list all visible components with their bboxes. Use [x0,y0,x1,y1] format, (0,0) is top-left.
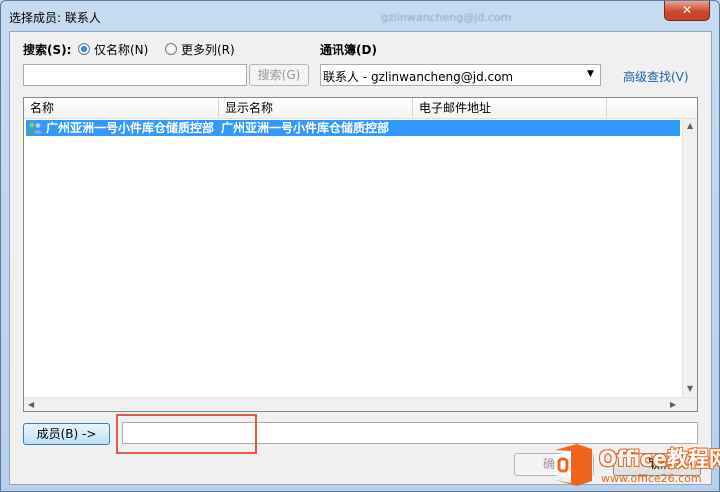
radio-name-only[interactable] [78,43,90,55]
address-book-selected: 联系人 - gzlinwancheng@jd.com [323,70,514,84]
scroll-up-icon[interactable]: ▲ [687,121,693,131]
row-name: 广州亚洲一号小件库仓储质控部 [46,121,215,135]
column-header-display-name-label: 显示名称 [225,101,274,115]
table-row[interactable]: 广州亚洲一号小件库仓储质控部 广州亚洲一号小件库仓储质控部 [26,120,680,136]
address-book-label: 通讯簿(D) [320,43,377,57]
close-icon: ✕ [681,3,693,17]
vertical-scrollbar[interactable]: ▲ ▼ [682,119,697,397]
scroll-left-icon[interactable]: ◀ [28,400,34,410]
search-input[interactable] [23,64,247,86]
scroll-down-icon[interactable]: ▼ [687,384,693,394]
scroll-right-icon[interactable]: ▶ [670,400,676,410]
search-label: 搜索(S): [23,43,72,57]
watermark-brand: Office教程网 [599,447,720,471]
chevron-down-icon: ▼ [587,69,594,79]
search-button[interactable]: 搜索(G) [249,64,309,86]
column-header-name-label: 名称 [30,101,55,115]
members-button-label: 成员(B) -> [36,427,97,441]
horizontal-scrollbar[interactable]: ◀ ▶ [24,397,697,411]
row-display-name: 广州亚洲一号小件库仓储质控部 [221,121,390,135]
members-button[interactable]: 成员(B) -> [23,423,110,445]
dialog-window: 选择成员: 联系人 gzlinwancheng@jd.com ✕ 搜索(S): … [0,0,720,492]
header-divider [24,118,697,119]
column-header-name[interactable]: 名称 [24,98,219,118]
radio-name-only-label[interactable]: 仅名称(N) [94,41,148,58]
watermark: Office教程网 www.office26.com [549,441,720,489]
close-button[interactable]: ✕ [664,1,710,21]
title-ghost-text: gzlinwancheng@jd.com [381,11,512,24]
watermark-url: www.office26.com [601,472,702,485]
highlight-rectangle [116,414,257,454]
contacts-list[interactable]: 名称 显示名称 电子邮件地址 广州亚洲一号小件库仓储质控部 广州亚洲一号小件库仓… [23,97,698,412]
search-button-label: 搜索(G) [257,68,301,82]
column-header-email-label: 电子邮件地址 [419,101,492,115]
address-book-dropdown[interactable]: 联系人 - gzlinwancheng@jd.com ▼ [320,64,601,86]
radio-more-columns[interactable] [165,43,177,55]
column-header-filler [607,98,697,118]
advanced-find-link[interactable]: 高级查找(V) [623,68,689,85]
window-title: 选择成员: 联系人 [9,11,101,25]
distribution-list-icon [28,122,42,134]
title-bar[interactable]: 选择成员: 联系人 gzlinwancheng@jd.com ✕ [1,1,719,31]
dialog-body: 搜索(S): 仅名称(N) 更多列(R) 通讯簿(D) 搜索(G) 联系人 - … [9,31,712,485]
office-logo-icon [555,444,592,486]
column-header-display-name[interactable]: 显示名称 [219,98,413,118]
radio-more-columns-label[interactable]: 更多列(R) [181,41,235,58]
column-header-email[interactable]: 电子邮件地址 [413,98,607,118]
